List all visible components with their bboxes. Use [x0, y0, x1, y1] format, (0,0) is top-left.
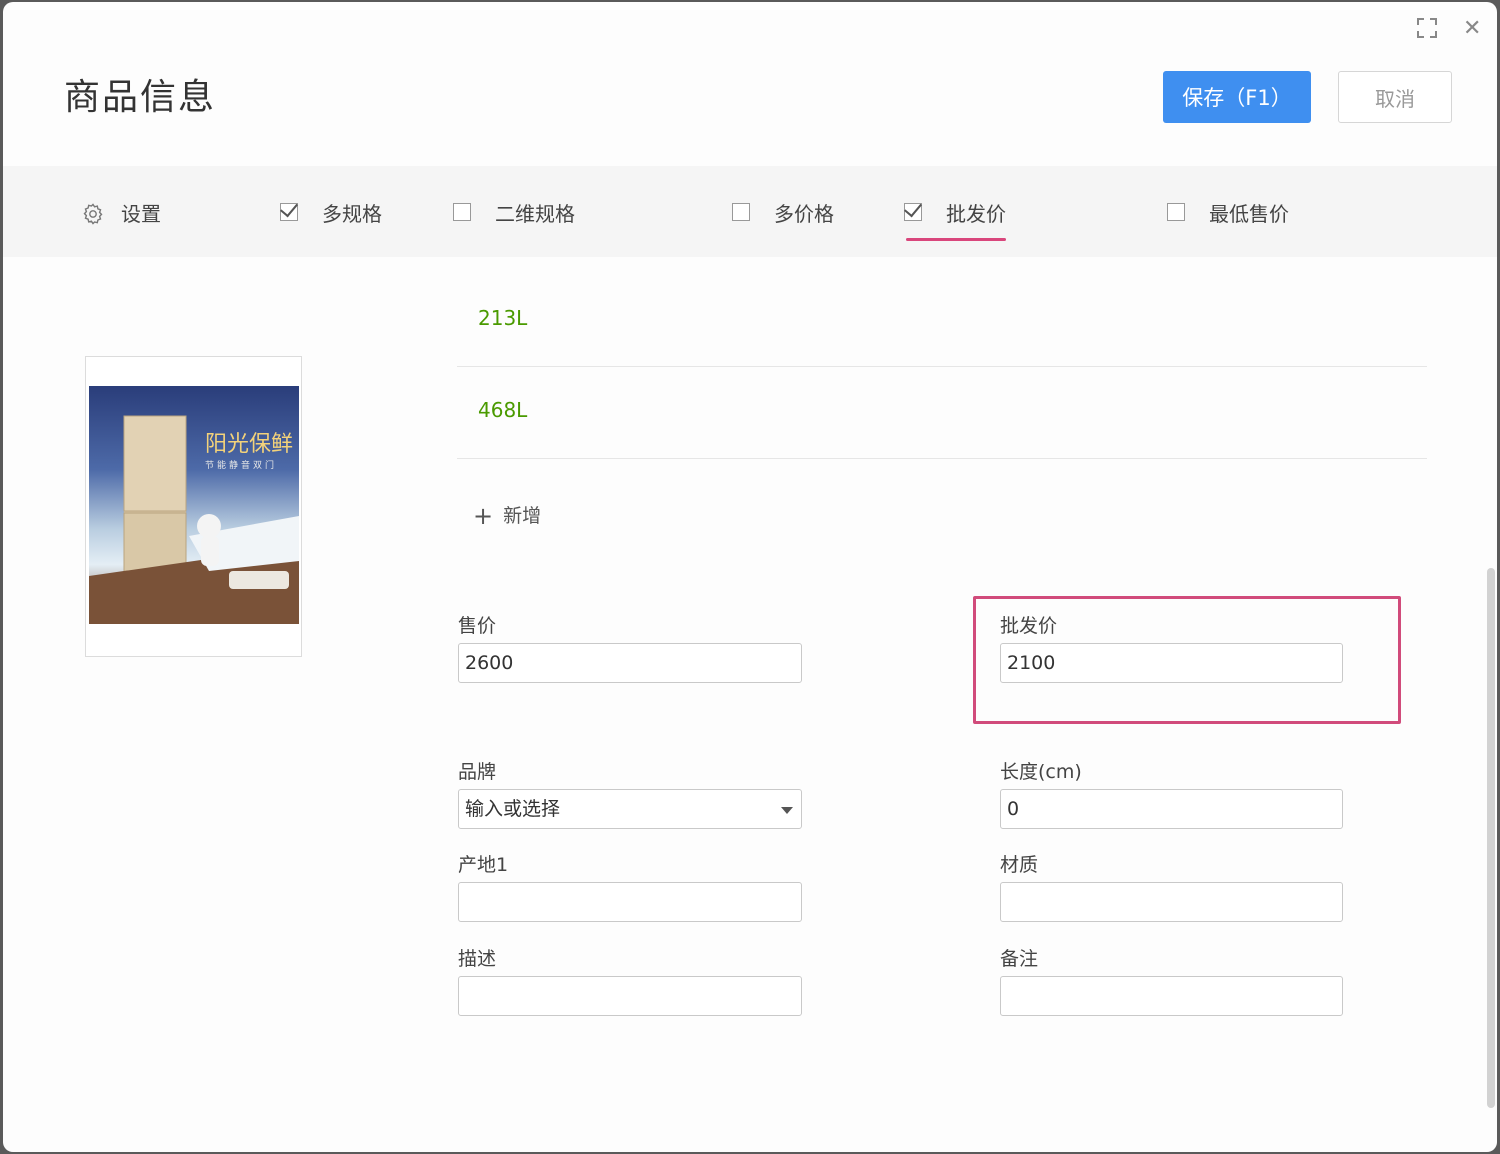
material-label: 材质 [1000, 854, 1039, 876]
min-price-checkbox[interactable] [1167, 203, 1185, 221]
option-label: 多规格 [322, 202, 382, 226]
page-title: 商品信息 [64, 77, 217, 118]
2d-spec-checkbox[interactable] [453, 203, 471, 221]
product-image-frame[interactable]: 阳光保鲜 节能静音双门 [85, 356, 302, 657]
material-input[interactable] [1000, 882, 1343, 922]
product-image: 阳光保鲜 节能静音双门 [89, 386, 299, 624]
wholesale-price-input[interactable]: 2100 [1000, 643, 1343, 683]
brand-label: 品牌 [458, 761, 497, 783]
description-input[interactable] [458, 976, 802, 1016]
option-label: 批发价 [946, 202, 1006, 226]
settings-label: 设置 [121, 202, 161, 226]
length-label: 长度(cm) [1000, 761, 1082, 783]
options-toolbar: 设置 多规格 二维规格 多价格 批发价 最低售价 [3, 166, 1497, 257]
close-icon[interactable]: ✕ [1463, 16, 1481, 42]
brand-select-value: 输入或选择 [465, 798, 561, 820]
vertical-scrollbar[interactable] [1487, 568, 1495, 1108]
image-subtitle: 节能静音双门 [205, 461, 278, 471]
length-input[interactable]: 0 [1000, 789, 1343, 829]
spec-value: 468L [478, 398, 528, 422]
spec-row[interactable]: 468L [457, 366, 1427, 459]
product-info-dialog: ✕ 商品信息 保存（F1） 取消 设置 多规格 二维规格 多价格 批发价 最低售… [3, 2, 1497, 1152]
option-label: 二维规格 [495, 202, 575, 226]
cancel-button[interactable]: 取消 [1338, 71, 1452, 123]
remark-input[interactable] [1000, 976, 1343, 1016]
plus-icon: + [473, 502, 494, 530]
option-label: 多价格 [774, 202, 834, 226]
add-spec-label: 新增 [503, 505, 542, 527]
gear-icon [83, 203, 103, 225]
origin-label: 产地1 [458, 854, 509, 876]
multi-price-checkbox[interactable] [732, 203, 750, 221]
save-button[interactable]: 保存（F1） [1163, 71, 1311, 123]
wholesale-price-label: 批发价 [1000, 615, 1058, 637]
origin-input[interactable] [458, 882, 802, 922]
multi-spec-checkbox[interactable] [280, 198, 298, 221]
option-label: 最低售价 [1209, 202, 1289, 226]
image-slogan: 阳光保鲜 [205, 432, 294, 457]
sale-price-label: 售价 [458, 615, 497, 637]
wholesale-price-checkbox[interactable] [904, 198, 922, 221]
active-tab-underline [906, 238, 1006, 241]
spec-row[interactable]: 213L [457, 274, 1427, 367]
maximize-icon[interactable] [1417, 18, 1437, 38]
brand-select[interactable]: 输入或选择 [458, 789, 802, 829]
spec-value: 213L [478, 306, 528, 330]
description-label: 描述 [458, 948, 497, 970]
sale-price-input[interactable]: 2600 [458, 643, 802, 683]
add-spec-button[interactable]: + 新增 [473, 500, 542, 530]
dropdown-arrow-icon [781, 807, 793, 814]
remark-label: 备注 [1000, 948, 1039, 970]
